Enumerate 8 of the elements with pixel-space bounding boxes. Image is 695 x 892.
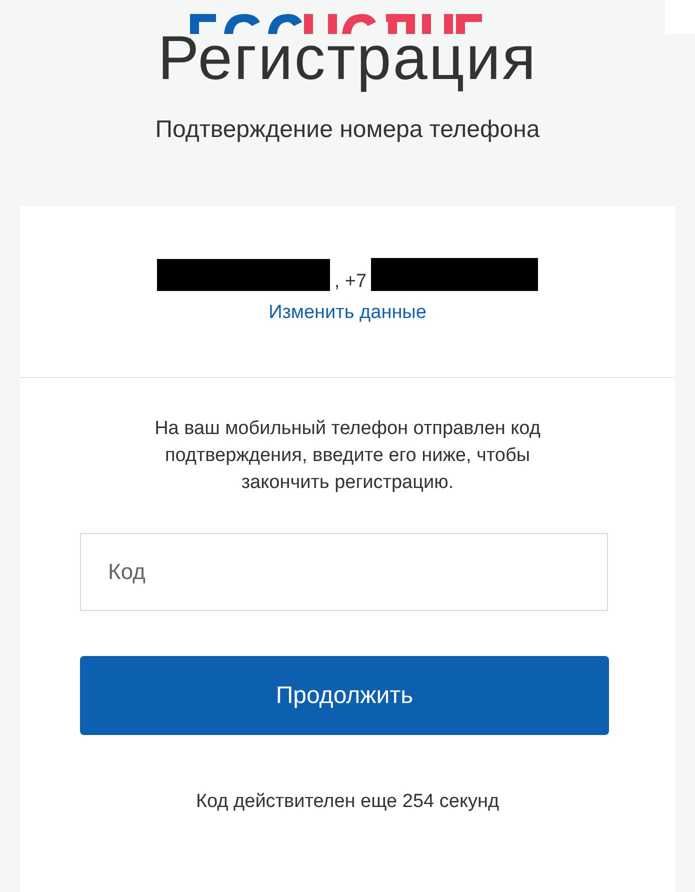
instruction-text: На ваш мобильный телефон отправлен код подтверждения, введите его ниже, чтобы закончить регистрацию. — [154, 417, 542, 495]
phone-prefix: , +7 — [334, 272, 367, 291]
edit-data-link[interactable]: Изменить данные — [268, 299, 426, 328]
continue-button[interactable]: Продолжить — [80, 656, 609, 735]
code-input-field[interactable]: Код — [80, 533, 608, 611]
timer-text: Код действителен еще 254 секунд — [194, 790, 500, 814]
page-title: Регистрация — [156, 28, 538, 90]
page-subtitle: Подтверждение номера телефона — [154, 115, 541, 145]
